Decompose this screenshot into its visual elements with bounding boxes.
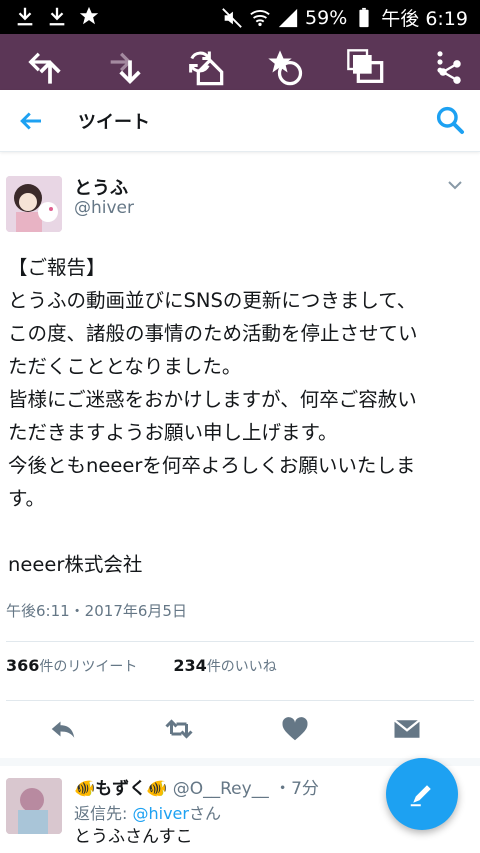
battery-icon xyxy=(359,7,369,27)
signal-icon xyxy=(278,8,298,27)
reply-time: ・7分 xyxy=(274,779,319,799)
mute-icon xyxy=(222,7,242,28)
retweet-stat[interactable]: 366件のリツイート xyxy=(6,656,137,676)
compose-icon xyxy=(410,785,431,807)
retweet-label: 件のリツイート xyxy=(39,659,138,675)
browser-tabs-button[interactable] xyxy=(328,34,392,90)
replying-suffix: さん xyxy=(188,804,221,823)
browser-forward-button[interactable] xyxy=(88,34,152,90)
replying-to: 返信先: @hiverさん xyxy=(74,800,221,824)
author-handle[interactable]: @hiver xyxy=(74,198,134,218)
down-arrow-icon xyxy=(119,60,141,84)
picture-icon xyxy=(356,61,384,83)
browser-menu-button[interactable] xyxy=(408,34,472,90)
app-header: ツイート xyxy=(0,90,480,152)
divider xyxy=(6,700,474,701)
wifi-icon xyxy=(250,9,270,26)
like-stat[interactable]: 234件のいいね xyxy=(173,656,276,676)
reply-button[interactable] xyxy=(48,714,78,744)
star-icon xyxy=(79,6,99,25)
chevron-down-icon[interactable] xyxy=(446,176,464,194)
clock: 午後 6:19 xyxy=(381,8,468,30)
page-title: ツイート xyxy=(78,112,150,133)
envelope-icon xyxy=(393,719,421,738)
replying-prefix: 返信先: xyxy=(74,804,133,823)
search-icon[interactable] xyxy=(434,104,466,136)
browser-refresh-button[interactable] xyxy=(168,34,232,90)
retweet-icon xyxy=(165,719,193,739)
alarm-icon xyxy=(277,61,303,86)
browser-toolbar xyxy=(0,34,480,90)
tweet-timestamp: 午後6:11・2017年6月5日 xyxy=(6,602,187,620)
author-name[interactable]: とうふ xyxy=(74,174,128,200)
reply-author-name[interactable]: 🐠もずく🐠 xyxy=(74,779,167,799)
tweet-stats: 366件のリツイート 234件のいいね xyxy=(6,656,277,676)
reply-avatar-image xyxy=(6,778,62,834)
home-icon xyxy=(196,58,224,86)
browser-bookmark-button[interactable] xyxy=(248,34,312,90)
avatar[interactable] xyxy=(6,176,62,232)
reply-header: 🐠もずく🐠 @O__Rey__ ・7分 xyxy=(74,774,319,799)
compose-tweet-button[interactable] xyxy=(386,758,458,830)
tweet-actions xyxy=(0,706,480,750)
heart-icon xyxy=(282,717,308,741)
browser-back-button[interactable] xyxy=(8,34,72,90)
download-icon xyxy=(49,7,65,26)
share-icon xyxy=(439,60,461,84)
reply-icon xyxy=(51,721,75,738)
reply-text: とうふさんすこ xyxy=(74,827,193,847)
up-arrow-icon xyxy=(39,60,61,84)
replying-to-link[interactable]: @hiver xyxy=(132,804,188,823)
retweet-count: 366 xyxy=(6,656,40,675)
back-arrow-icon[interactable] xyxy=(16,106,46,136)
direct-message-button[interactable] xyxy=(392,714,422,744)
divider xyxy=(6,641,474,642)
download-icon xyxy=(17,7,33,26)
reply-author-handle[interactable]: @O__Rey__ xyxy=(173,779,269,799)
like-button[interactable] xyxy=(280,714,310,744)
reply-avatar[interactable] xyxy=(6,778,62,834)
status-bar: 59% 午後 6:19 xyxy=(0,0,480,34)
battery-percent: 59% xyxy=(305,6,348,29)
tweet-text: 【ご報告】 とうふの動画並びにSNSの更新につきまして、 この度、諸般の事情のた… xyxy=(8,256,418,576)
retweet-button[interactable] xyxy=(164,714,194,744)
like-count: 234 xyxy=(173,656,207,675)
avatar-image xyxy=(6,176,62,232)
like-label: 件のいいね xyxy=(206,659,277,675)
